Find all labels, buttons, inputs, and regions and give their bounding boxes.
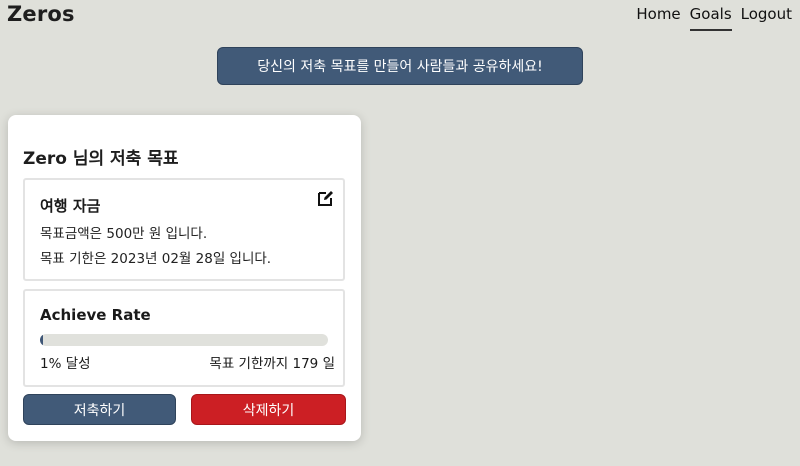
share-goal-button[interactable]: 당신의 저축 목표를 만들어 사람들과 공유하세요! — [217, 47, 583, 85]
remaining-days: 목표 기한까지 179 일 — [209, 356, 335, 372]
save-button[interactable]: 저축하기 — [23, 394, 176, 425]
card-title: Zero 님의 저축 목표 — [23, 149, 179, 169]
brand-logo[interactable]: Zeros — [7, 2, 75, 26]
progress-fill — [40, 334, 43, 346]
progress-bar — [40, 334, 328, 346]
achieved-text: 1% 달성 — [40, 356, 91, 372]
top-nav: Home Goals Logout — [636, 5, 792, 31]
goal-deadline: 목표 기한은 2023년 02월 28일 입니다. — [40, 251, 272, 267]
nav-home[interactable]: Home — [636, 5, 680, 31]
nav-goals[interactable]: Goals — [689, 5, 732, 31]
delete-button[interactable]: 삭제하기 — [191, 394, 346, 425]
goal-name: 여행 자금 — [40, 197, 101, 215]
goal-card: Zero 님의 저축 목표 여행 자금 목표금액은 500만 원 입니다. 목표… — [8, 115, 361, 441]
edit-icon[interactable] — [317, 189, 335, 207]
nav-logout[interactable]: Logout — [741, 5, 792, 31]
goal-amount: 목표금액은 500만 원 입니다. — [40, 226, 208, 242]
rate-title: Achieve Rate — [40, 306, 151, 324]
goal-details: 여행 자금 목표금액은 500만 원 입니다. 목표 기한은 2023년 02월… — [23, 178, 345, 281]
achieve-rate-panel: Achieve Rate 1% 달성 목표 기한까지 179 일 — [23, 289, 345, 387]
